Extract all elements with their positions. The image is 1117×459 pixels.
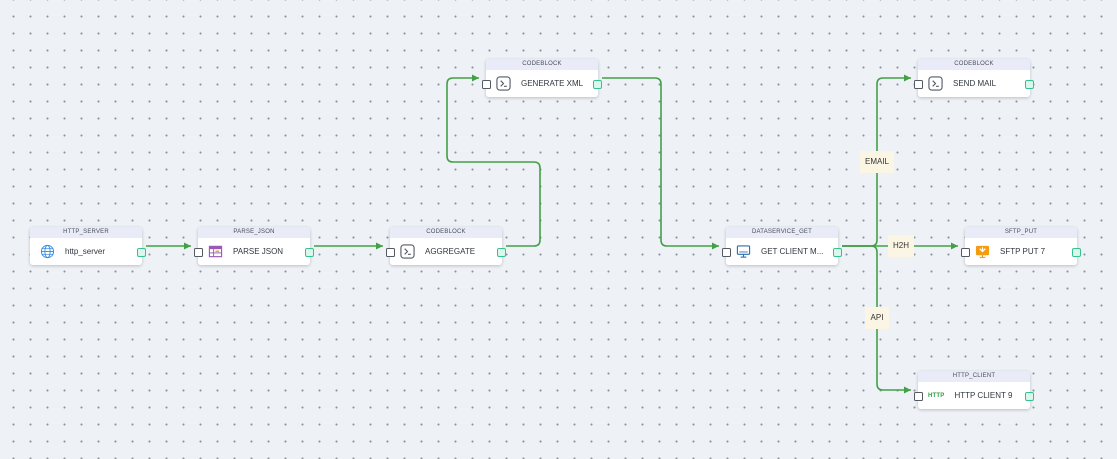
- node-label: PARSE JSON: [233, 247, 284, 256]
- output-port[interactable]: [497, 248, 506, 257]
- edge-label-email[interactable]: EMAIL: [860, 151, 894, 173]
- node-get-client[interactable]: DATASERVICE_GET GET CLIENT M...: [722, 227, 842, 265]
- output-port[interactable]: [833, 248, 842, 257]
- terminal-icon: [400, 244, 415, 259]
- input-port[interactable]: [961, 248, 970, 257]
- output-port[interactable]: [305, 248, 314, 257]
- node-label: AGGREGATE: [425, 247, 476, 256]
- input-port[interactable]: [722, 248, 731, 257]
- node-label: HTTP CLIENT 9: [954, 391, 1013, 400]
- node-label: GET CLIENT M...: [761, 247, 824, 256]
- node-send-mail[interactable]: CODEBLOCK SEND MAIL: [914, 59, 1034, 97]
- table-icon: [208, 244, 223, 259]
- globe-icon: [40, 244, 55, 259]
- node-type-label: HTTP_CLIENT: [918, 371, 1030, 382]
- input-port[interactable]: [194, 248, 203, 257]
- output-port[interactable]: [1025, 80, 1034, 89]
- workflow-canvas[interactable]: HTTP_SERVER http_server PARSE_JSON PARSE…: [0, 0, 1117, 459]
- monitor-icon: [736, 244, 751, 259]
- http-icon: HTTP: [928, 392, 945, 399]
- input-port[interactable]: [482, 80, 491, 89]
- node-aggregate[interactable]: CODEBLOCK AGGREGATE: [386, 227, 506, 265]
- node-type-label: SFTP_PUT: [965, 227, 1077, 238]
- output-port[interactable]: [1072, 248, 1081, 257]
- node-parse-json[interactable]: PARSE_JSON PARSE JSON: [194, 227, 314, 265]
- node-label: GENERATE XML: [521, 79, 584, 88]
- terminal-icon: [496, 76, 511, 91]
- node-label: http_server: [65, 247, 106, 256]
- node-type-label: PARSE_JSON: [198, 227, 310, 238]
- input-port[interactable]: [914, 80, 923, 89]
- node-type-label: CODEBLOCK: [918, 59, 1030, 70]
- node-type-label: DATASERVICE_GET: [726, 227, 838, 238]
- output-port[interactable]: [593, 80, 602, 89]
- input-port[interactable]: [386, 248, 395, 257]
- edge-label-h2h[interactable]: H2H: [888, 235, 914, 257]
- node-label: SFTP PUT 7: [1000, 247, 1046, 256]
- node-type-label: HTTP_SERVER: [30, 227, 142, 238]
- terminal-icon: [928, 76, 943, 91]
- edge-label-api[interactable]: API: [865, 307, 889, 329]
- node-type-label: CODEBLOCK: [390, 227, 502, 238]
- node-type-label: CODEBLOCK: [486, 59, 598, 70]
- output-port[interactable]: [137, 248, 146, 257]
- input-port[interactable]: [914, 392, 923, 401]
- sftp-icon: [975, 244, 990, 259]
- node-sftp-put[interactable]: SFTP_PUT SFTP PUT 7: [961, 227, 1081, 265]
- node-http-client[interactable]: HTTP_CLIENT HTTP HTTP CLIENT 9: [914, 371, 1034, 409]
- node-label: SEND MAIL: [953, 79, 997, 88]
- edge-aggregate-to-generate-xml[interactable]: [446, 74, 541, 247]
- edge-generate-xml-to-get-client[interactable]: [602, 77, 719, 250]
- node-generate-xml[interactable]: CODEBLOCK GENERATE XML: [482, 59, 602, 97]
- node-http-server[interactable]: HTTP_SERVER http_server: [30, 227, 146, 265]
- output-port[interactable]: [1025, 392, 1034, 401]
